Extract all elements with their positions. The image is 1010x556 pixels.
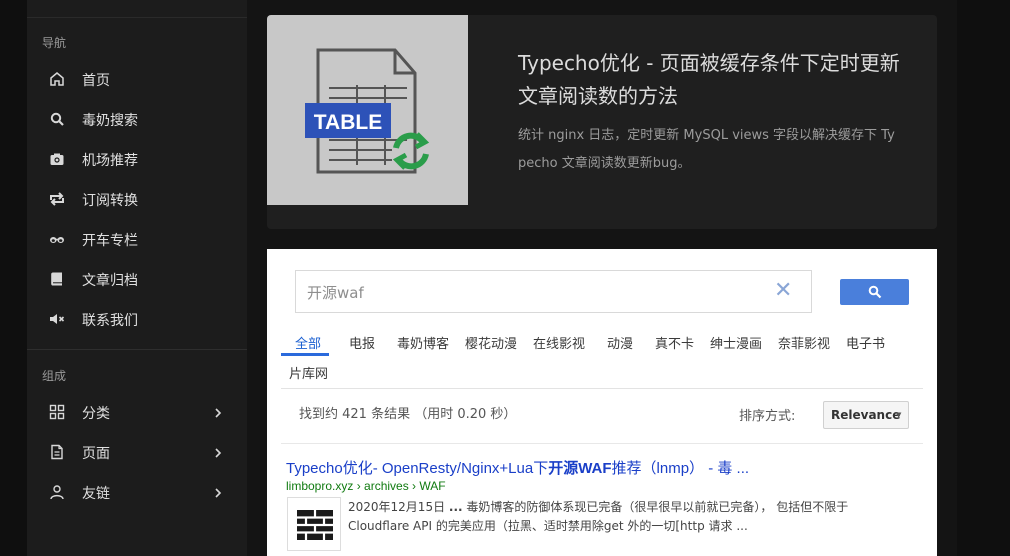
results-divider	[281, 443, 923, 444]
sidebar-item-label: 友链	[82, 486, 110, 502]
tab-naifei[interactable]: 奈菲影视	[778, 333, 830, 352]
brick-wall-icon	[297, 510, 333, 540]
sidebar-item-search[interactable]: 毒奶搜索	[27, 99, 247, 139]
result-url: limbopro.xyz › archives › WAF	[286, 479, 446, 493]
search-button[interactable]	[840, 279, 909, 305]
sort-select[interactable]: Relevance ▼	[823, 401, 909, 429]
tab-online-video[interactable]: 在线影视	[533, 333, 585, 352]
search-panel: 开源waf ✕ 全部 电报 毒奶博客 樱花动漫 在线影视 动漫 真不卡 绅士漫画…	[267, 249, 937, 556]
sidebar-item-drive[interactable]: 开车专栏	[27, 219, 247, 259]
book-icon	[49, 271, 65, 287]
search-tabs: 全部 电报 毒奶博客 樱花动漫 在线影视 动漫 真不卡 绅士漫画 奈菲影视 电子…	[281, 329, 923, 389]
nav-section-heading: 导航	[42, 36, 67, 50]
result-title-link[interactable]: Typecho优化- OpenResty/Nginx+Lua下开源WAF推荐（l…	[286, 457, 749, 478]
sort-value: Relevance	[831, 408, 901, 422]
sidebar-item-subscription[interactable]: 订阅转换	[27, 179, 247, 219]
tab-zhenbuka[interactable]: 真不卡	[655, 333, 694, 352]
sidebar-top-divider	[27, 17, 247, 18]
tab-anime[interactable]: 动漫	[607, 333, 633, 352]
sidebar-item-label: 首页	[82, 73, 110, 89]
article-title[interactable]: Typecho优化 - 页面被缓存条件下定时更新文章阅读数的方法	[518, 47, 908, 113]
repeat-icon	[49, 191, 65, 207]
camera-icon	[49, 151, 65, 167]
home-icon	[49, 71, 65, 87]
file-icon	[49, 444, 65, 460]
table-banner-text: TABLE	[314, 111, 382, 134]
clear-icon[interactable]: ✕	[774, 278, 792, 303]
sidebar-item-home[interactable]: 首页	[27, 59, 247, 99]
result-snippet: 2020年12月15日 ... 毒奶博客的防御体系现已完备（很早很早以前就已完备…	[348, 498, 908, 536]
result-ellipsis: ...	[448, 500, 463, 514]
caret-down-icon: ▼	[896, 411, 902, 419]
refresh-icon	[392, 132, 430, 170]
chevron-right-icon	[213, 445, 223, 459]
tab-blog[interactable]: 毒奶博客	[397, 333, 449, 352]
mute-icon	[49, 311, 65, 327]
result-date: 2020年12月15日	[348, 500, 446, 514]
sidebar-item-label: 页面	[82, 446, 110, 462]
active-tab-underline	[281, 353, 329, 356]
result-title-pre: Typecho优化- OpenResty/Nginx+Lua下	[286, 460, 549, 477]
table-sync-illustration: TABLE	[305, 48, 430, 174]
sidebar-item-airport[interactable]: 机场推荐	[27, 139, 247, 179]
glasses-icon	[49, 231, 65, 247]
chevron-right-icon	[213, 405, 223, 419]
sidebar-item-label: 订阅转换	[82, 193, 138, 209]
tab-pianku[interactable]: 片库网	[289, 363, 328, 382]
sidebar: 导航 首页 毒奶搜索 机场推荐 订阅转换 开车专栏 文章归档 联系我们 组成 分…	[27, 0, 247, 556]
tab-telegram[interactable]: 电报	[349, 333, 375, 352]
result-count: 找到约 421 条结果 （用时 0.20 秒）	[299, 407, 517, 422]
search-query-text: 开源waf	[307, 284, 364, 302]
article-thumbnail[interactable]: TABLE	[267, 15, 468, 205]
sidebar-item-pages[interactable]: 页面	[27, 432, 247, 472]
sidebar-divider	[27, 349, 247, 350]
search-icon	[49, 111, 65, 127]
sort-label: 排序方式:	[739, 409, 796, 424]
sidebar-item-archive[interactable]: 文章归档	[27, 259, 247, 299]
sidebar-item-contact[interactable]: 联系我们	[27, 299, 247, 339]
user-icon	[49, 484, 65, 500]
grid-icon	[49, 404, 65, 420]
sidebar-item-label: 毒奶搜索	[82, 113, 138, 129]
main-content: TABLE Typecho优化 - 页面被缓存条件下定时更新文章阅读数的方法 统…	[247, 0, 957, 556]
search-icon	[868, 285, 882, 299]
result-title-bold: 开源WAF	[548, 460, 612, 477]
sidebar-item-friends[interactable]: 友链	[27, 472, 247, 512]
result-title-post: 推荐（lnmp） - 毒 ...	[611, 460, 750, 477]
chevron-right-icon	[213, 485, 223, 499]
sidebar-item-category[interactable]: 分类	[27, 392, 247, 432]
sidebar-item-label: 联系我们	[82, 313, 138, 329]
result-thumbnail[interactable]	[287, 497, 341, 551]
article-card[interactable]: TABLE Typecho优化 - 页面被缓存条件下定时更新文章阅读数的方法 统…	[267, 15, 937, 229]
tab-comics[interactable]: 绅士漫画	[710, 333, 762, 352]
sidebar-item-label: 分类	[82, 406, 110, 422]
sidebar-item-label: 文章归档	[82, 273, 138, 289]
tab-all[interactable]: 全部	[295, 333, 321, 352]
sidebar-item-label: 开车专栏	[82, 233, 138, 249]
tab-ebooks[interactable]: 电子书	[846, 333, 885, 352]
group-section-heading: 组成	[42, 369, 67, 383]
tab-sakura-anime[interactable]: 樱花动漫	[465, 333, 517, 352]
search-input[interactable]: 开源waf ✕	[295, 270, 812, 313]
article-description: 统计 nginx 日志，定时更新 MySQL views 字段以解决缓存下 Ty…	[518, 128, 895, 171]
sidebar-item-label: 机场推荐	[82, 153, 138, 169]
